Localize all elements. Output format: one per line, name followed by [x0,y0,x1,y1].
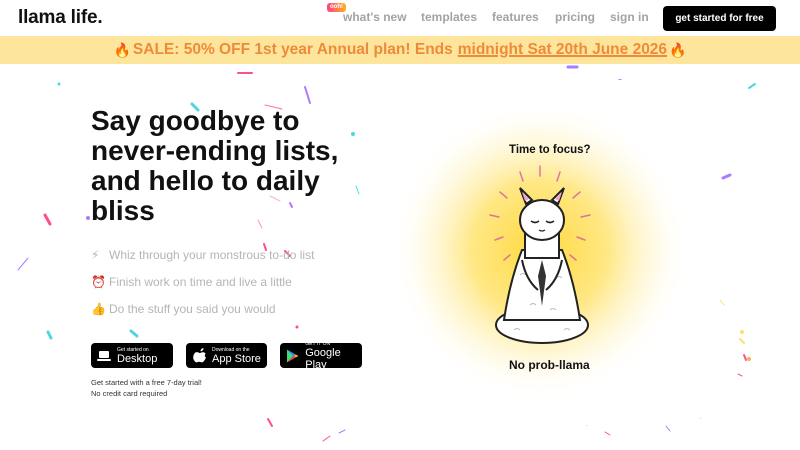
benefit-text: Finish work on time and live a little [109,275,292,289]
laptop-icon [97,349,111,363]
trial-note: Get started with a free 7-day trial! No … [91,377,202,399]
hero-title: Say goodbye to never-ending lists, and h… [91,105,339,226]
sale-text: SALE: 50% OFF 1st year Annual plan! Ends [132,41,453,58]
sale-deadline-link[interactable]: midnight Sat 20th June 2026 [458,41,667,59]
benefit-item: 👍 Do the stuff you said you would [91,302,276,316]
google-play-button[interactable]: GET IT ON Google Play [280,341,362,371]
nav-templates[interactable]: templates [421,10,477,24]
meditating-llama-illustration [380,80,700,425]
benefit-item: ⏰ Finish work on time and live a little [91,275,292,289]
get-started-button[interactable]: get started for free [663,6,776,31]
alarm-clock-icon: ⏰ [91,275,106,289]
benefit-text: Whiz through your monstrous to-do list [109,248,315,262]
store-big-label: App Store [212,352,261,365]
google-play-icon [286,349,299,363]
trial-line: Get started with a free 7-day trial! [91,378,202,387]
nav-sign-in[interactable]: sign in [610,10,649,24]
lightning-icon: ⚡ [91,248,100,262]
illustration-caption-bottom: No prob-llama [509,358,590,372]
nav-pricing[interactable]: pricing [555,10,595,24]
sale-banner: 🔥 SALE: 50% OFF 1st year Annual plan! En… [0,36,800,64]
top-navigation: llama life. ooh! what's new templates fe… [0,0,800,36]
trial-line: No credit card required [91,389,168,398]
nav-features[interactable]: features [492,10,539,24]
fire-icon: 🔥 [113,41,131,58]
thumbs-up-icon: 👍 [91,302,106,316]
illustration-caption-top: Time to focus? [509,144,591,156]
benefit-item: ⚡ Whiz through your monstrous to-do list [91,248,314,262]
store-big-label: Google Play [305,346,341,371]
nav-whats-new[interactable]: what's new [343,10,407,24]
apple-icon [192,348,206,363]
store-big-label: Desktop [117,352,158,365]
desktop-download-button[interactable]: Get started on Desktop [91,343,173,368]
benefit-text: Do the stuff you said you would [109,302,276,316]
logo[interactable]: llama life. [18,7,103,29]
fire-icon: 🔥 [669,41,687,58]
app-store-button[interactable]: Download on the App Store [186,343,267,368]
